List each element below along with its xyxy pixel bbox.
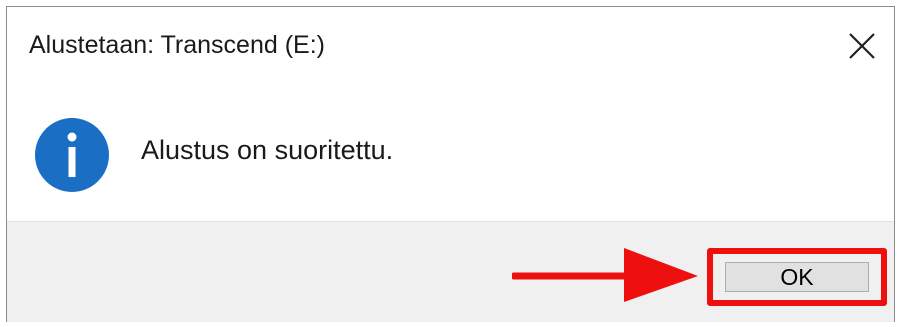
ok-button[interactable]: OK [725,262,869,292]
info-icon [35,118,109,192]
close-button[interactable] [830,7,894,85]
close-icon [849,33,875,59]
dialog-content: Alustus on suoritettu. [7,85,894,221]
dialog-title: Alustetaan: Transcend (E:) [29,31,325,59]
dialog-message: Alustus on suoritettu. [141,135,394,165]
dialog-footer: OK [7,221,894,322]
arrow-right-icon [512,248,698,302]
message-dialog: Alustetaan: Transcend (E:) Alustus on su… [6,6,895,322]
page: Alustetaan: Transcend (E:) Alustus on su… [0,0,901,327]
dialog-titlebar: Alustetaan: Transcend (E:) [7,7,894,85]
ok-button-highlight: OK [707,248,887,306]
